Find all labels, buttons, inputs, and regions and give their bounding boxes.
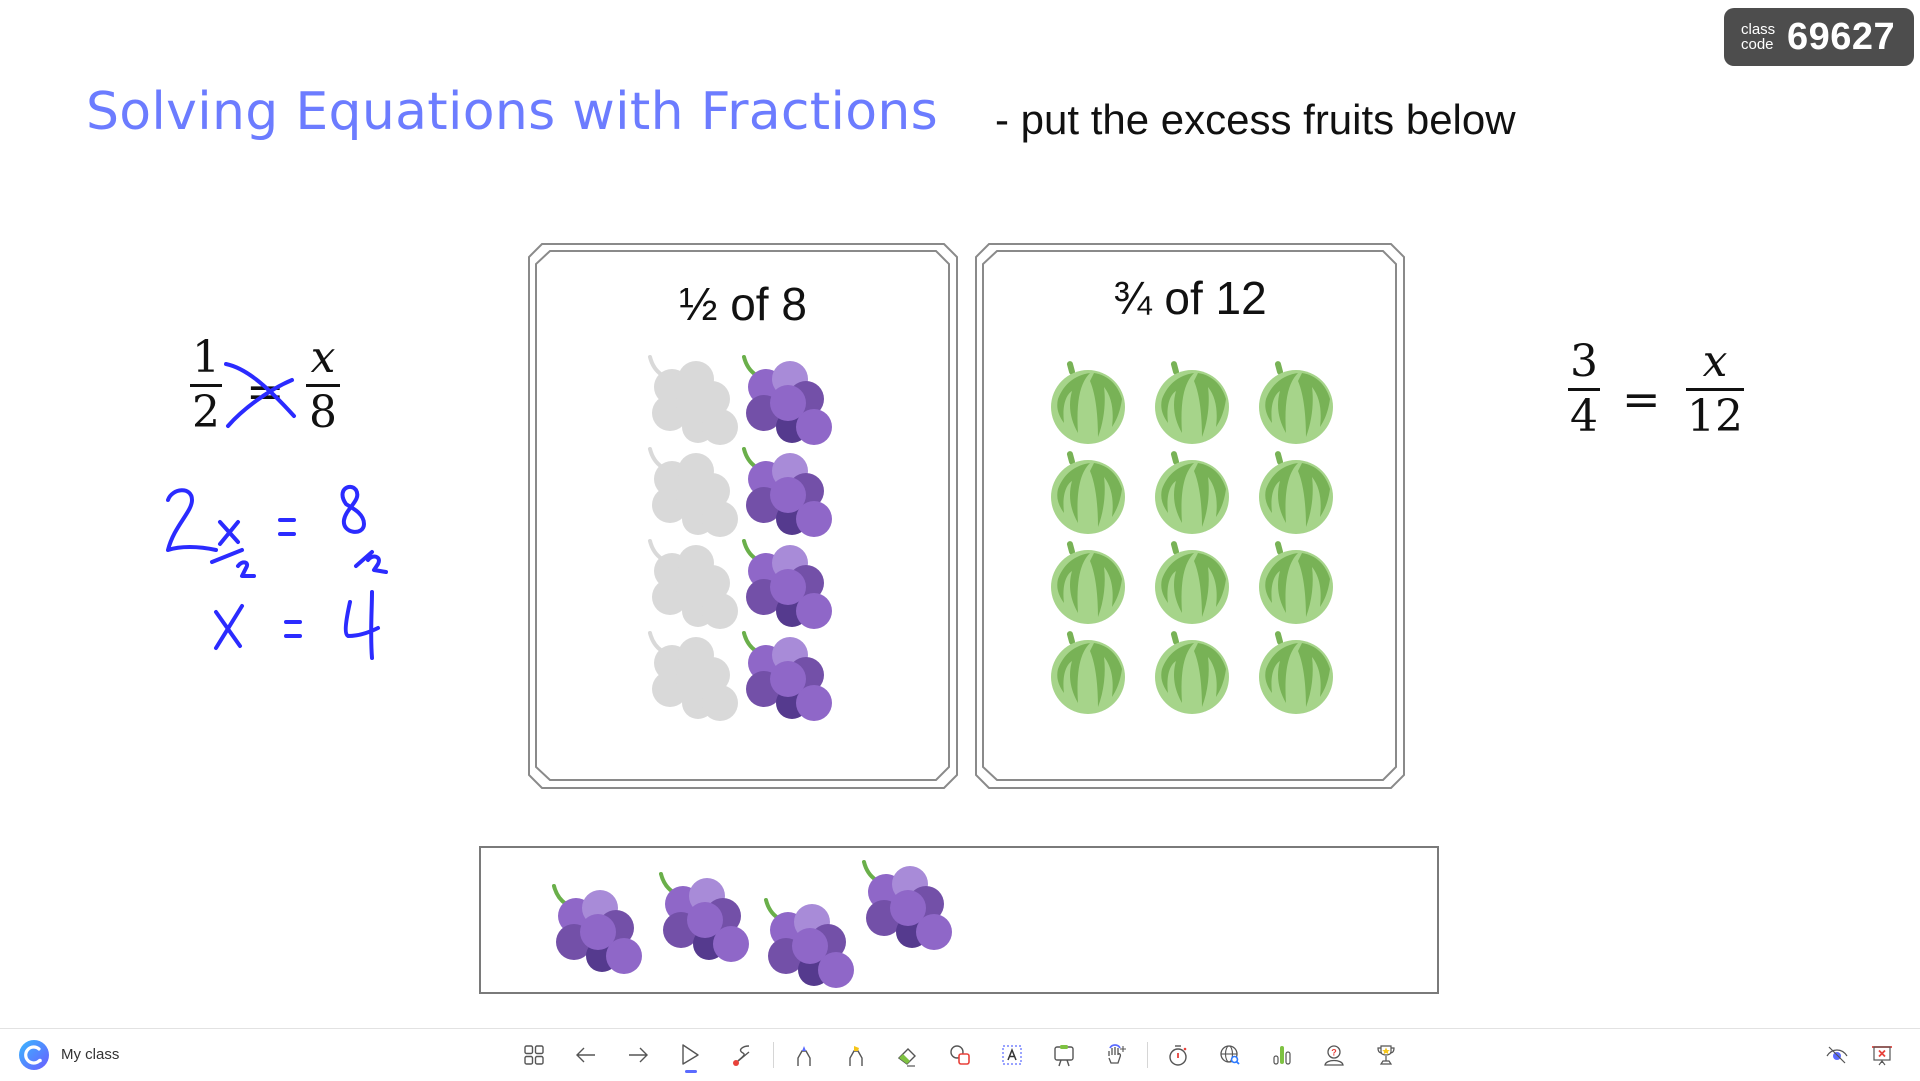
fraction-box-melons[interactable]: ¾ of 12 bbox=[975, 243, 1405, 789]
select-tool-button[interactable] bbox=[673, 1038, 707, 1072]
denominator: 4 bbox=[1570, 391, 1598, 442]
laser-pointer-button[interactable] bbox=[725, 1038, 759, 1072]
fraction-box-grapes[interactable]: ½ of 8 bbox=[528, 243, 958, 789]
equals-sign: = bbox=[1622, 372, 1661, 426]
shapes-tool-button[interactable] bbox=[943, 1038, 977, 1072]
previous-slide-button[interactable] bbox=[569, 1038, 603, 1072]
excess-grape[interactable] bbox=[760, 894, 856, 995]
shapes-icon bbox=[950, 1045, 970, 1065]
melon-icon bbox=[1155, 361, 1229, 444]
right-fraction-lhs: 3 4 bbox=[1568, 338, 1600, 441]
next-slide-button[interactable] bbox=[621, 1038, 655, 1072]
eraser-tool-button[interactable] bbox=[891, 1038, 925, 1072]
handwritten-2 bbox=[166, 488, 218, 552]
pen-tool-button[interactable] bbox=[787, 1038, 821, 1072]
highlighter-tool-button[interactable] bbox=[839, 1038, 873, 1072]
melon-icon bbox=[1259, 631, 1333, 714]
class-code-value: 69627 bbox=[1787, 15, 1896, 58]
box-title: ¾ of 12 bbox=[1113, 272, 1267, 324]
slide-subtitle: - put the excess fruits below bbox=[995, 96, 1516, 143]
toolbar-separator bbox=[773, 1042, 774, 1068]
trophy-icon bbox=[1377, 1045, 1395, 1065]
grape-icon bbox=[742, 355, 832, 445]
globe-search-icon bbox=[1220, 1045, 1240, 1065]
numerator: x bbox=[1702, 336, 1728, 387]
excess-grape[interactable] bbox=[655, 868, 751, 969]
poll-button[interactable] bbox=[1265, 1038, 1299, 1072]
melon-icon bbox=[1051, 451, 1125, 534]
class-code-badge: class code 69627 bbox=[1724, 8, 1914, 66]
denominator: 12 bbox=[1687, 391, 1743, 442]
text-box-tool-button[interactable] bbox=[995, 1038, 1029, 1072]
hide-screen-button[interactable] bbox=[1820, 1038, 1854, 1072]
hand-drag-icon bbox=[1108, 1044, 1126, 1064]
excess-grape-icon bbox=[659, 872, 749, 962]
toolbar-separator bbox=[1147, 1042, 1148, 1068]
excess-grape-icon bbox=[862, 860, 952, 950]
grid-view-button[interactable] bbox=[517, 1038, 551, 1072]
excess-grape[interactable] bbox=[548, 880, 644, 981]
web-search-button[interactable] bbox=[1213, 1038, 1247, 1072]
grape-icon bbox=[742, 631, 832, 721]
excess-grape-icon bbox=[764, 898, 854, 988]
handwritten-4 bbox=[343, 590, 380, 660]
highlighter-icon bbox=[849, 1046, 863, 1066]
bar-chart-icon bbox=[1273, 1046, 1291, 1065]
class-code-label: class code bbox=[1741, 21, 1776, 53]
whiteboard-icon bbox=[1054, 1045, 1074, 1067]
grape-greyed-icon bbox=[648, 355, 738, 445]
melon-icon bbox=[1259, 541, 1333, 624]
cross-multiply-stroke bbox=[224, 362, 296, 418]
my-class-label[interactable]: My class bbox=[61, 1046, 119, 1063]
random-picker-button[interactable]: ? bbox=[1317, 1038, 1351, 1072]
grape-greyed-icon bbox=[648, 539, 738, 629]
melon-icon bbox=[1155, 451, 1229, 534]
arrow-left-icon bbox=[576, 1047, 595, 1063]
laser-pointer-icon bbox=[733, 1045, 750, 1066]
slide-title: Solving Equations with Fractions bbox=[86, 82, 939, 142]
timer-button[interactable] bbox=[1161, 1038, 1195, 1072]
drag-tool-button[interactable] bbox=[1099, 1038, 1133, 1072]
melon-icon bbox=[1259, 361, 1333, 444]
grape-greyed-icon bbox=[648, 631, 738, 721]
cursor-arrow-icon bbox=[682, 1044, 699, 1065]
pen-icon bbox=[797, 1046, 811, 1066]
handwritten-annotations bbox=[166, 362, 388, 660]
melon-icon bbox=[1051, 541, 1125, 624]
excess-grape[interactable] bbox=[858, 856, 954, 957]
award-button[interactable] bbox=[1369, 1038, 1403, 1072]
melon-icon bbox=[1155, 541, 1229, 624]
grape-icon bbox=[742, 447, 832, 537]
grape-icon bbox=[742, 539, 832, 629]
random-student-icon: ? bbox=[1324, 1045, 1344, 1066]
numerator: 3 bbox=[1570, 336, 1598, 387]
right-fraction-rhs: x 12 bbox=[1686, 338, 1744, 441]
end-slideshow-icon bbox=[1872, 1046, 1892, 1066]
melon-icon bbox=[1051, 361, 1125, 444]
melon-icon bbox=[1259, 451, 1333, 534]
eraser-icon bbox=[897, 1048, 916, 1067]
box-title: ½ of 8 bbox=[679, 278, 807, 330]
handwritten-8 bbox=[340, 484, 366, 534]
excess-grape-icon bbox=[552, 884, 642, 974]
grape-greyed-icon bbox=[648, 447, 738, 537]
end-presentation-button[interactable] bbox=[1865, 1038, 1899, 1072]
text-box-icon bbox=[1002, 1045, 1022, 1065]
eye-hidden-icon bbox=[1826, 1046, 1848, 1064]
stopwatch-icon bbox=[1169, 1045, 1187, 1066]
melon-icon bbox=[1051, 631, 1125, 714]
svg-text:?: ? bbox=[1331, 1048, 1337, 1058]
handwritten-x bbox=[218, 520, 240, 546]
arrow-right-icon bbox=[629, 1047, 648, 1063]
active-tool-indicator bbox=[685, 1070, 697, 1073]
whiteboard-button[interactable] bbox=[1047, 1038, 1081, 1072]
melon-icon bbox=[1155, 631, 1229, 714]
grid-icon bbox=[524, 1045, 544, 1065]
classpoint-logo-icon[interactable] bbox=[18, 1039, 50, 1071]
